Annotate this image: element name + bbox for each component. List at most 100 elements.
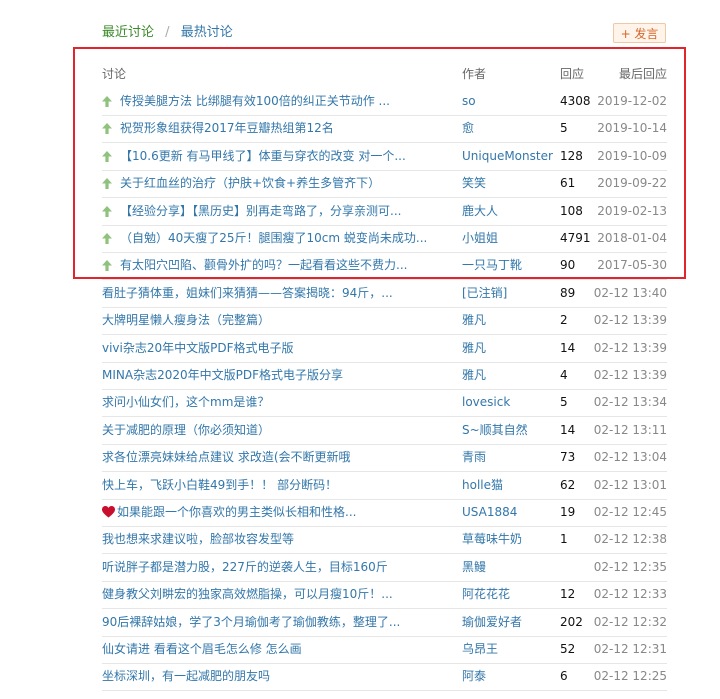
up-arrow-icon <box>102 96 112 107</box>
topic-title-link[interactable]: 我也想来求建议啦，脸部妆容发型等 <box>102 526 454 553</box>
author-link[interactable]: 小姐姐 <box>462 225 556 252</box>
topic-title-link[interactable]: 关于减肥的原理（你必须知道） <box>102 417 454 444</box>
topic-title-link[interactable]: 90后裸辞姑娘，学了3个月瑜伽考了瑜伽教练，整理了... <box>102 609 454 636</box>
last-reply-time: 02-12 12:38 <box>593 532 667 546</box>
topic-title-link[interactable]: 如果能跟一个你喜欢的男主类似长相和性格... <box>102 499 454 526</box>
last-reply-time: 02-12 12:35 <box>593 560 667 574</box>
table-row: 如果能跟一个你喜欢的男主类似长相和性格... USA1884 19 02-12 12:… <box>102 499 667 527</box>
topic-title-text: 求各位漂亮妹妹给点建议 求改造(会不断更新哦 <box>102 450 351 464</box>
author-link[interactable]: 鹿大人 <box>462 198 556 225</box>
author-link[interactable]: S~顺其自然 <box>462 417 556 444</box>
author-link[interactable]: 乌昂王 <box>462 636 556 663</box>
author-link[interactable]: 雅凡 <box>462 307 556 334</box>
topic-title-text: MINA杂志2020年中文版PDF格式电子版分享 <box>102 368 343 382</box>
table-row: vivi杂志20年中文版PDF格式电子版 雅凡 14 02-12 13:39 <box>102 335 667 363</box>
last-reply-time: 02-12 13:39 <box>593 313 667 327</box>
topic-title-text: 有太阳穴凹陷、颧骨外扩的吗？一起看看这些不费力... <box>120 258 408 272</box>
topic-title-text: 【10.6更新 有马甲线了】体重与穿衣的改变 对一个... <box>120 149 406 163</box>
heart-icon <box>102 506 115 518</box>
up-arrow-icon <box>102 260 112 271</box>
last-reply-time: 2019-12-02 <box>597 94 667 108</box>
author-link[interactable]: 雅凡 <box>462 362 556 389</box>
topic-title-link[interactable]: 【10.6更新 有马甲线了】体重与穿衣的改变 对一个... <box>120 143 454 170</box>
last-reply-time: 2018-01-04 <box>597 231 667 245</box>
last-reply-time: 2019-10-14 <box>597 121 667 135</box>
topic-title-text: 坐标深圳，有一起减肥的朋友吗 <box>102 669 271 683</box>
author-link[interactable]: 阿花花花 <box>462 581 556 608</box>
last-reply-time: 02-12 13:40 <box>593 286 667 300</box>
author-link[interactable]: 青雨 <box>462 444 556 471</box>
last-reply-time: 02-12 13:01 <box>593 478 667 492</box>
topic-title-link[interactable]: 有太阳穴凹陷、颧骨外扩的吗？一起看看这些不费力... <box>120 252 454 279</box>
author-link[interactable]: 愈 <box>462 115 556 142</box>
discussion-tabs: 最近讨论 / 最热讨论 <box>102 23 233 43</box>
topic-title-text: 如果能跟一个你喜欢的男主类似长相和性格... <box>117 505 357 519</box>
author-link[interactable]: 雅凡 <box>462 335 556 362</box>
last-reply-time: 2019-09-22 <box>597 176 667 190</box>
last-reply-time: 2019-02-13 <box>597 204 667 218</box>
topic-title-link[interactable]: 健身教父刘畊宏的独家高效燃脂操，可以月瘦10斤！... <box>102 581 454 608</box>
topic-title-link[interactable]: 求各位漂亮妹妹给点建议 求改造(会不断更新哦 <box>102 444 454 471</box>
topic-title-text: 健身教父刘畊宏的独家高效燃脂操，可以月瘦10斤！... <box>102 587 393 601</box>
up-arrow-icon <box>102 123 112 134</box>
author-link[interactable]: USA1884 <box>462 499 556 526</box>
topic-title-link[interactable]: 仙女请进 看看这个眉毛怎么修 怎么画 <box>102 636 454 663</box>
up-arrow-icon <box>102 233 112 244</box>
column-header-author: 作者 <box>462 67 487 81</box>
up-arrow-icon <box>102 206 112 217</box>
author-link[interactable]: [已注销] <box>462 280 556 307</box>
last-reply-time: 02-12 13:11 <box>593 423 667 437</box>
table-row: 看肚子猜体重，姐妹们来猜猜——答案揭晓：94斤，... [已注销] 89 02-12 … <box>102 280 667 308</box>
last-reply-time: 2017-05-30 <box>597 258 667 272</box>
tab-recent[interactable]: 最近讨论 <box>102 25 154 40</box>
author-link[interactable]: so <box>462 88 556 115</box>
column-header-title: 讨论 <box>102 67 127 81</box>
author-link[interactable]: 草莓味牛奶 <box>462 526 556 553</box>
author-link[interactable]: 瑜伽爱好者 <box>462 609 556 636</box>
author-link[interactable]: 一只马丁靴 <box>462 252 556 279</box>
author-link[interactable]: 笑笑 <box>462 170 556 197</box>
topic-title-text: 快上车，飞跃小白鞋49到手！！ 部分断码！ <box>102 478 338 492</box>
topic-title-link[interactable]: MINA杂志2020年中文版PDF格式电子版分享 <box>102 362 454 389</box>
table-row: 求问小仙女们，这个mm是谁？ lovesick 5 02-12 13:34 <box>102 389 667 417</box>
topic-title-link[interactable]: 【经验分享】【黑历史】别再走弯路了，分享亲测可... <box>120 198 454 225</box>
topic-title-link[interactable]: 祝贺形象组获得2017年豆瓣热组第12名 <box>120 115 454 142</box>
topic-title-link[interactable]: 求问小仙女们，这个mm是谁？ <box>102 389 454 416</box>
author-link[interactable]: 阿泰 <box>462 663 556 690</box>
last-reply-time: 02-12 12:31 <box>593 642 667 656</box>
author-link[interactable]: lovesick <box>462 389 556 416</box>
table-row: 我也想来求建议啦，脸部妆容发型等 草莓味牛奶 1 02-12 12:38 <box>102 526 667 554</box>
pinned-table-row: 关于红血丝的治疗（护肤+饮食+养生多管齐下） 笑笑 61 2019-09-22 <box>102 170 667 198</box>
new-post-button[interactable]: + 发言 <box>613 23 666 43</box>
topic-title-link[interactable]: 快上车，飞跃小白鞋49到手！！ 部分断码！ <box>102 472 454 499</box>
topic-title-link[interactable]: vivi杂志20年中文版PDF格式电子版 <box>102 335 454 362</box>
topic-title-text: 看肚子猜体重，姐妹们来猜猜——答案揭晓：94斤，... <box>102 286 393 300</box>
topic-title-link[interactable]: （自勉）40天瘦了25斤！腿围瘦了10cm 蜕变尚未成功... <box>120 225 454 252</box>
topic-title-text: 关于减肥的原理（你必须知道） <box>102 423 271 437</box>
author-link[interactable]: holle猫 <box>462 472 556 499</box>
topic-title-link[interactable]: 听说胖子都是潜力股，227斤的逆袭人生，目标160斤 <box>102 554 454 581</box>
author-link[interactable]: 黑鳗 <box>462 554 556 581</box>
topic-title-text: 大牌明星懒人瘦身法（完整篇） <box>102 313 271 327</box>
table-row: 坐标深圳，有一起减肥的朋友吗 阿泰 6 02-12 12:25 <box>102 663 667 691</box>
author-link[interactable]: UniqueMonster <box>462 143 556 170</box>
topic-title-link[interactable]: 看肚子猜体重，姐妹们来猜猜——答案揭晓：94斤，... <box>102 280 454 307</box>
last-reply-time: 02-12 13:39 <box>593 368 667 382</box>
table-row: 快上车，飞跃小白鞋49到手！！ 部分断码！ holle猫 62 02-12 13:01 <box>102 472 667 500</box>
last-reply-time: 02-12 12:25 <box>593 669 667 683</box>
topic-title-text: （自勉）40天瘦了25斤！腿围瘦了10cm 蜕变尚未成功... <box>120 231 428 245</box>
topic-title-link[interactable]: 大牌明星懒人瘦身法（完整篇） <box>102 307 454 334</box>
topic-title-link[interactable]: 坐标深圳，有一起减肥的朋友吗 <box>102 663 454 690</box>
pinned-table-row: 【10.6更新 有马甲线了】体重与穿衣的改变 对一个... UniqueMonst… <box>102 143 667 171</box>
table-row: 大牌明星懒人瘦身法（完整篇） 雅凡 2 02-12 13:39 <box>102 307 667 335</box>
table-row: MINA杂志2020年中文版PDF格式电子版分享 雅凡 4 02-12 13:39 <box>102 362 667 390</box>
pinned-table-row: 【经验分享】【黑历史】别再走弯路了，分享亲测可... 鹿大人 108 2019-02-… <box>102 198 667 226</box>
table-row: 仙女请进 看看这个眉毛怎么修 怎么画 乌昂王 52 02-12 12:31 <box>102 636 667 664</box>
tab-hot[interactable]: 最热讨论 <box>181 25 233 40</box>
table-row: 90后裸辞姑娘，学了3个月瑜伽考了瑜伽教练，整理了... 瑜伽爱好者 202 02-1… <box>102 609 667 637</box>
topic-title-link[interactable]: 关于红血丝的治疗（护肤+饮食+养生多管齐下） <box>120 170 454 197</box>
pinned-table-row: 传授美腿方法 比绑腿有效100倍的纠正关节动作 ... so 4308 2019-12… <box>102 88 667 116</box>
topic-title-link[interactable]: 传授美腿方法 比绑腿有效100倍的纠正关节动作 ... <box>120 88 454 115</box>
pinned-table-row: （自勉）40天瘦了25斤！腿围瘦了10cm 蜕变尚未成功... 小姐姐 4791 20… <box>102 225 667 253</box>
topic-title-text: 求问小仙女们，这个mm是谁？ <box>102 395 270 409</box>
